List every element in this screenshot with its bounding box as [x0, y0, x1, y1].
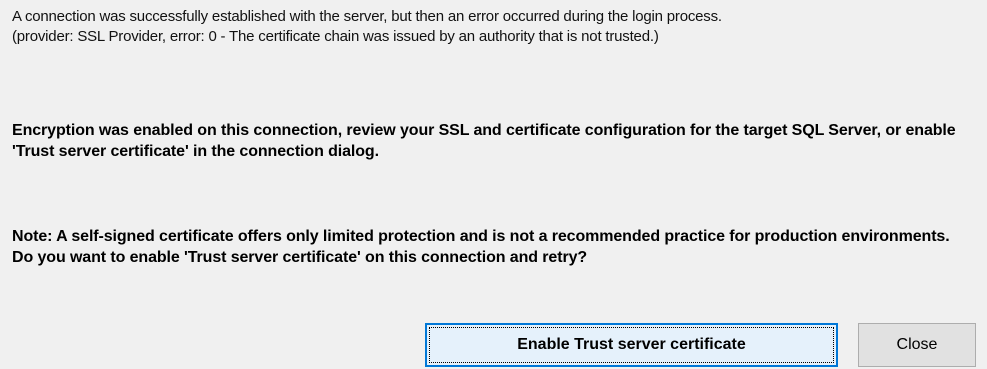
- note-message-text: Note: A self-signed certificate offers o…: [12, 228, 950, 266]
- connection-error-dialog: A connection was successfully establishe…: [0, 0, 987, 369]
- encryption-message-text: Encryption was enabled on this connectio…: [12, 122, 956, 160]
- enable-trust-server-certificate-label: Enable Trust server certificate: [429, 327, 834, 363]
- error-detail-text: A connection was successfully establishe…: [12, 8, 722, 45]
- close-button-label: Close: [896, 336, 938, 353]
- close-button[interactable]: Close: [858, 323, 976, 367]
- enable-trust-server-certificate-button[interactable]: Enable Trust server certificate: [425, 323, 838, 367]
